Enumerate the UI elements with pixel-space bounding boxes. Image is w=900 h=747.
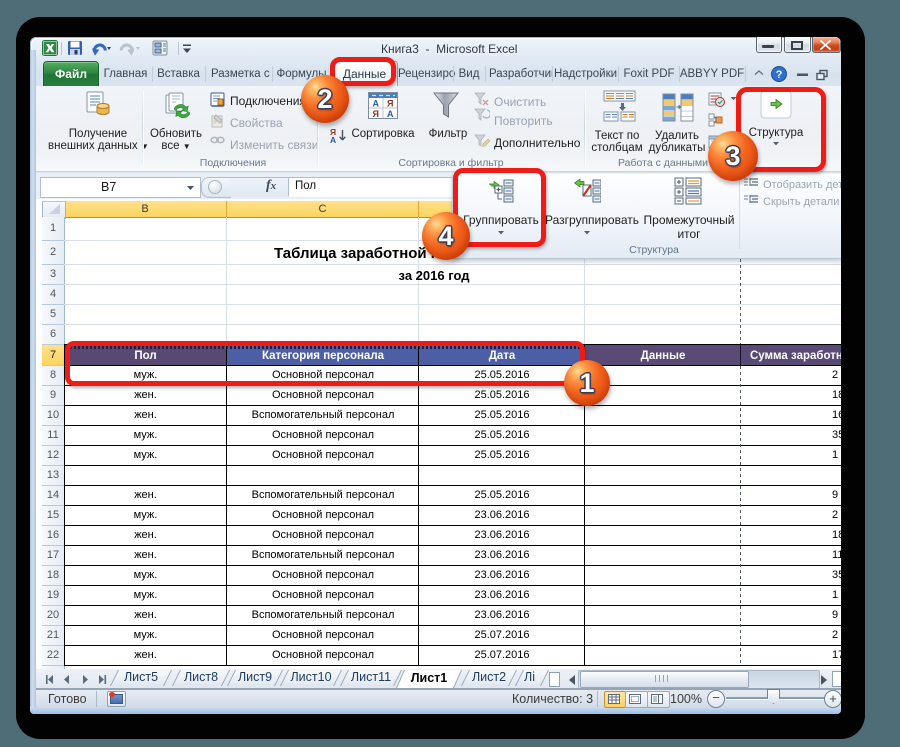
svg-text:Я: Я (373, 109, 379, 119)
svg-text:?: ? (776, 69, 783, 81)
svg-text:Я: Я (387, 99, 393, 109)
svg-text:А: А (387, 109, 394, 119)
svg-text:А: А (330, 135, 336, 144)
svg-text:А: А (373, 99, 380, 109)
